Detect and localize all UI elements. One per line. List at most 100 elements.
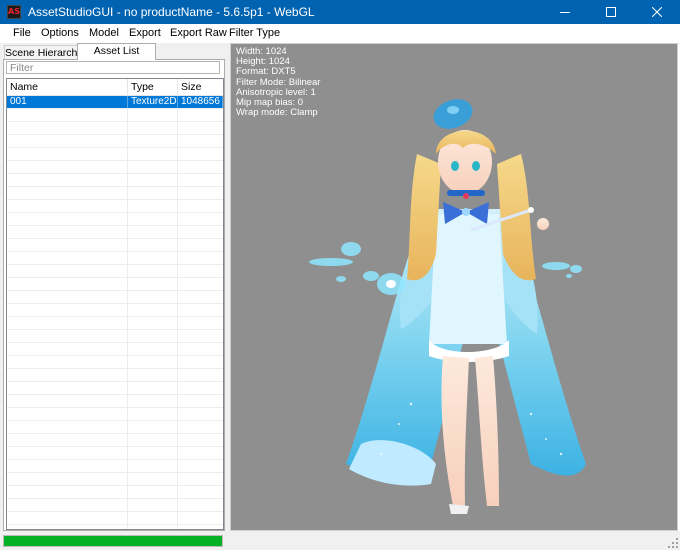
empty-cell xyxy=(128,421,178,433)
empty-cell xyxy=(7,317,128,329)
empty-cell xyxy=(7,226,128,238)
cell-type: Texture2D xyxy=(128,96,178,108)
menu-filter-type[interactable]: Filter Type xyxy=(229,27,280,39)
empty-cell xyxy=(7,330,128,342)
empty-cell xyxy=(128,265,178,277)
tab-asset-list[interactable]: Asset List xyxy=(77,43,156,60)
empty-cell xyxy=(128,135,178,147)
empty-cell xyxy=(178,382,223,394)
list-header: Name Type Size xyxy=(7,79,223,96)
empty-row xyxy=(7,499,223,512)
empty-cell xyxy=(178,187,223,199)
empty-cell xyxy=(178,161,223,173)
empty-cell xyxy=(128,369,178,381)
empty-row xyxy=(7,382,223,395)
empty-row xyxy=(7,408,223,421)
empty-cell xyxy=(7,135,128,147)
list-rows: 001 Texture2D 1048656 xyxy=(7,96,223,529)
empty-cell xyxy=(128,499,178,511)
empty-cell xyxy=(7,343,128,355)
menu-export[interactable]: Export xyxy=(129,27,161,39)
progress-fill xyxy=(4,536,222,546)
empty-cell xyxy=(128,473,178,485)
close-icon xyxy=(652,7,662,17)
empty-cell xyxy=(178,421,223,433)
empty-row xyxy=(7,213,223,226)
empty-cell xyxy=(128,447,178,459)
empty-cell xyxy=(178,122,223,134)
empty-row xyxy=(7,174,223,187)
empty-cell xyxy=(178,356,223,368)
empty-cell xyxy=(128,343,178,355)
empty-cell xyxy=(178,499,223,511)
menu-file[interactable]: File xyxy=(13,27,31,39)
app-icon: AS xyxy=(7,5,21,19)
empty-cell xyxy=(7,421,128,433)
empty-cell xyxy=(7,109,128,121)
menu-bar: File Options Model Export Export Raw Fil… xyxy=(0,24,680,44)
empty-cell xyxy=(178,239,223,251)
empty-cell xyxy=(7,252,128,264)
empty-cell xyxy=(128,109,178,121)
asset-list[interactable]: Name Type Size 001 Texture2D 1048656 xyxy=(6,78,224,530)
empty-cell xyxy=(128,304,178,316)
asset-list-panel: Filter Name Type Size 001 Texture2D 1048… xyxy=(3,59,225,531)
empty-row xyxy=(7,473,223,486)
empty-cell xyxy=(7,239,128,251)
filter-input[interactable]: Filter xyxy=(6,61,220,74)
maximize-button[interactable] xyxy=(588,0,634,24)
empty-cell xyxy=(7,499,128,511)
empty-cell xyxy=(7,291,128,303)
empty-cell xyxy=(178,486,223,498)
preview-panel: Width: 1024 Height: 1024 Format: DXT5 Filte… xyxy=(230,43,678,531)
empty-row xyxy=(7,512,223,525)
empty-row xyxy=(7,148,223,161)
empty-cell xyxy=(178,278,223,290)
empty-row xyxy=(7,434,223,447)
empty-cell xyxy=(128,512,178,524)
cell-size: 1048656 xyxy=(178,96,223,108)
empty-cell xyxy=(7,265,128,277)
empty-cell xyxy=(178,395,223,407)
empty-cell xyxy=(128,161,178,173)
empty-row xyxy=(7,369,223,382)
empty-row xyxy=(7,135,223,148)
title-bar[interactable]: AS AssetStudioGUI - no productName - 5.6… xyxy=(0,0,680,24)
minimize-button[interactable] xyxy=(542,0,588,24)
empty-cell xyxy=(7,187,128,199)
empty-cell xyxy=(178,408,223,420)
empty-row xyxy=(7,265,223,278)
empty-cell xyxy=(7,447,128,459)
menu-export-raw[interactable]: Export Raw xyxy=(170,27,227,39)
resize-grip-icon[interactable] xyxy=(668,538,678,548)
empty-cell xyxy=(128,226,178,238)
empty-cell xyxy=(128,486,178,498)
empty-cell xyxy=(128,291,178,303)
menu-options[interactable]: Options xyxy=(41,27,79,39)
empty-cell xyxy=(128,122,178,134)
empty-row xyxy=(7,122,223,135)
empty-row xyxy=(7,187,223,200)
empty-cell xyxy=(178,109,223,121)
empty-cell xyxy=(128,395,178,407)
tab-scene-hierarchy[interactable]: Scene Hierarchy xyxy=(4,45,83,59)
table-row[interactable]: 001 Texture2D 1048656 xyxy=(7,96,223,109)
empty-cell xyxy=(178,512,223,524)
empty-cell xyxy=(7,213,128,225)
empty-cell xyxy=(128,434,178,446)
column-header-size[interactable]: Size xyxy=(178,79,223,95)
empty-cell xyxy=(7,200,128,212)
column-header-name[interactable]: Name xyxy=(7,79,128,95)
empty-cell xyxy=(178,434,223,446)
status-bar xyxy=(230,531,680,550)
window-title: AssetStudioGUI - no productName - 5.6.5p… xyxy=(28,5,315,19)
empty-cell xyxy=(7,382,128,394)
column-header-type[interactable]: Type xyxy=(128,79,178,95)
empty-cell xyxy=(178,252,223,264)
menu-model[interactable]: Model xyxy=(89,27,119,39)
empty-row xyxy=(7,486,223,499)
empty-row xyxy=(7,252,223,265)
empty-cell xyxy=(128,148,178,160)
empty-row xyxy=(7,343,223,356)
close-button[interactable] xyxy=(634,0,680,24)
